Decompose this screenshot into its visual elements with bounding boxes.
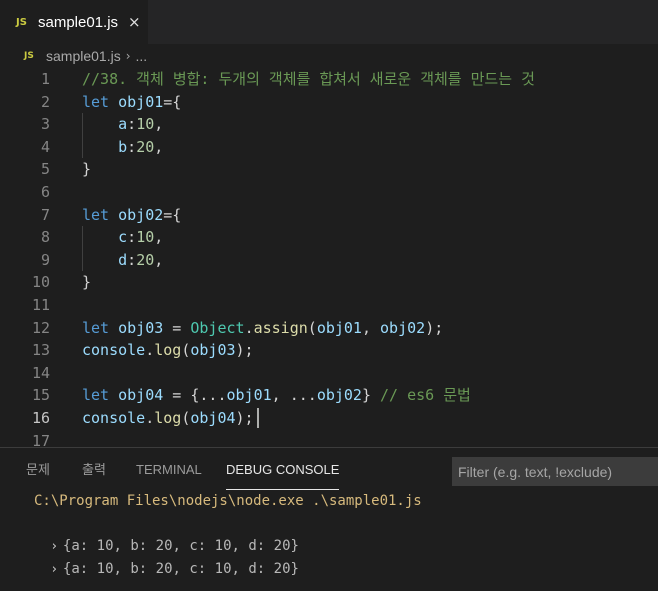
- line-number: 13: [31, 341, 50, 360]
- tab-problems[interactable]: 문제: [26, 448, 50, 490]
- line-number: 10: [31, 273, 50, 292]
- editor-tab-bar: JS sample01.js ×: [0, 0, 658, 44]
- text-cursor: [257, 408, 259, 428]
- code-line: 15 let obj04 = {...obj01, ...obj02} // e…: [0, 384, 658, 407]
- code-text: }: [82, 273, 92, 292]
- line-number: 1: [40, 70, 50, 88]
- code-line: 8 c:10,: [0, 226, 658, 249]
- line-number: 3: [40, 115, 50, 134]
- tab-debug-console[interactable]: DEBUG CONSOLE: [226, 448, 340, 490]
- code-comment: //38. 객체 병합: 두개의 객체를 합쳐서 새로운 객체를 만드는 것: [82, 70, 535, 88]
- javascript-file-icon: JS: [24, 51, 34, 61]
- filter-input[interactable]: [452, 457, 658, 486]
- code-line: 14: [0, 362, 658, 385]
- line-number: 11: [31, 296, 50, 314]
- chevron-right-icon: ›: [125, 49, 131, 63]
- line-number: 6: [40, 183, 50, 201]
- line-number: 14: [31, 363, 50, 382]
- code-text: let obj04 = {...obj01, ...obj02} // es6 …: [82, 386, 471, 405]
- code-line: 11: [0, 294, 658, 317]
- console-command: C:\Program Files\nodejs\node.exe .\sampl…: [34, 493, 422, 509]
- line-number: 15: [31, 386, 50, 405]
- line-number: 16: [31, 409, 50, 427]
- tab-output[interactable]: 출력: [82, 448, 106, 490]
- line-number: 17: [31, 431, 50, 446]
- line-number: 8: [40, 228, 50, 247]
- code-text: let obj03 = Object.assign(obj01, obj02);: [82, 318, 444, 337]
- panel-tabs: 문제 출력 TERMINAL DEBUG CONSOLE: [0, 448, 450, 490]
- code-line: 12 let obj03 = Object.assign(obj01, obj0…: [0, 317, 658, 340]
- code-line: 9 d:20,: [0, 249, 658, 272]
- code-line: 5 }: [0, 158, 658, 181]
- line-number: 9: [40, 250, 50, 269]
- code-line: 17: [0, 430, 658, 446]
- code-text: }: [82, 160, 92, 179]
- code-text: console.log(obj03);: [82, 341, 254, 360]
- breadcrumb-more[interactable]: ...: [136, 48, 148, 64]
- line-number: 12: [31, 318, 50, 337]
- code-text: b:20,: [118, 137, 164, 156]
- code-text: a:10,: [118, 115, 164, 134]
- code-text: let obj02={: [82, 205, 182, 224]
- code-line: 3 a:10,: [0, 113, 658, 136]
- bottom-panel: 문제 출력 TERMINAL DEBUG CONSOLE C:\Program …: [0, 447, 658, 591]
- code-text: let obj01={: [82, 92, 182, 111]
- line-number: 5: [40, 160, 50, 179]
- breadcrumb-file[interactable]: sample01.js: [46, 48, 121, 64]
- chevron-right-icon[interactable]: ›: [52, 562, 57, 577]
- line-number: 4: [40, 137, 50, 156]
- code-line: 6: [0, 181, 658, 204]
- console-output-row[interactable]: › {a: 10, b: 20, c: 10, d: 20}: [18, 536, 299, 591]
- code-text: d:20,: [118, 250, 164, 269]
- breadcrumb: JS sample01.js › ...: [0, 44, 658, 68]
- code-line: 4 b:20,: [0, 136, 658, 159]
- tab-title: sample01.js: [38, 13, 119, 31]
- code-line: 2 let obj01={: [0, 91, 658, 114]
- line-number: 2: [40, 92, 50, 111]
- code-line: 10 }: [0, 271, 658, 294]
- code-line: 1 //38. 객체 병합: 두개의 객체를 합쳐서 새로운 객체를 만드는 것: [0, 68, 658, 91]
- code-text: c:10,: [118, 228, 164, 247]
- code-text: console.log(obj04);: [82, 409, 254, 427]
- code-line-active: 16 console.log(obj04);: [0, 407, 658, 430]
- code-line: 13 console.log(obj03);: [0, 339, 658, 362]
- tab-terminal[interactable]: TERMINAL: [136, 448, 202, 490]
- tab-sample01-js[interactable]: JS sample01.js ×: [0, 0, 148, 44]
- javascript-file-icon: JS: [16, 16, 27, 28]
- close-icon[interactable]: ×: [128, 13, 141, 31]
- console-output-text: {a: 10, b: 20, c: 10, d: 20}: [62, 561, 299, 577]
- code-line: 7 let obj02={: [0, 204, 658, 227]
- code-editor[interactable]: 1 //38. 객체 병합: 두개의 객체를 합쳐서 새로운 객체를 만드는 것…: [0, 68, 658, 446]
- line-number: 7: [40, 205, 50, 224]
